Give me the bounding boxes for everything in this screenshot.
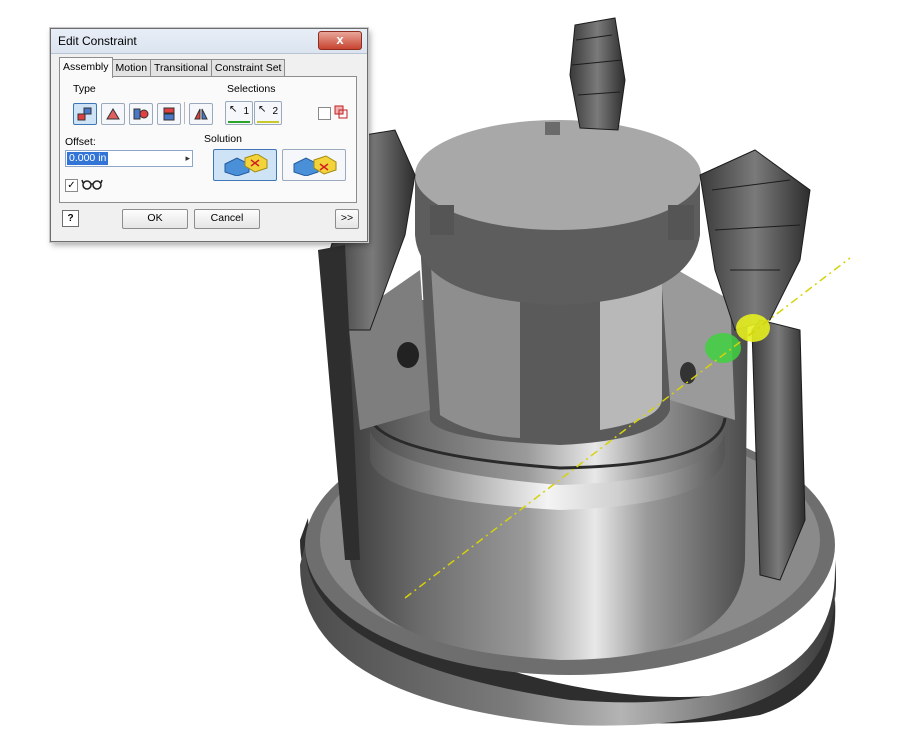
tab-assembly[interactable]: Assembly [59,57,113,78]
selection-2-color-bar [257,121,279,123]
offset-dropdown-arrow-icon[interactable]: ▸ [185,151,190,166]
mate-button[interactable] [73,103,97,125]
solution-mate-button[interactable] [213,149,277,181]
close-icon: x [336,32,344,47]
prong-top[interactable] [569,17,626,131]
cancel-button[interactable]: Cancel [194,209,260,229]
close-button[interactable]: x [318,31,362,50]
type-label: Type [73,83,96,95]
tangent-button[interactable] [129,103,153,125]
tab-transitional[interactable]: Transitional [150,59,212,77]
selections-label: Selections [227,83,276,95]
edit-constraint-dialog: Edit Constraint x Assembly Motion Transi… [50,28,368,242]
cursor-2-icon: ↖ [258,104,267,115]
pick-part-first-checkbox[interactable] [318,107,331,120]
type-separator [184,102,185,124]
solution-flush-button[interactable] [282,149,346,181]
help-icon: ? [67,213,74,224]
selection-1-number: 1 [243,106,249,117]
tab-motion[interactable]: Motion [111,59,152,77]
tangent-icon [133,108,149,120]
offset-value: 0.000 in [67,152,109,165]
offset-label: Offset: [65,136,96,148]
top-disk[interactable] [415,120,701,305]
solution-flush-icon [293,155,337,176]
offset-input[interactable]: 0.000 in ▸ [65,150,193,167]
cursor-1-icon: ↖ [229,104,238,115]
selection-2-number: 2 [272,106,278,117]
insert-button[interactable] [157,103,181,125]
glasses-icon [81,179,103,190]
symmetry-button[interactable] [189,103,213,125]
ok-button[interactable]: OK [122,209,188,229]
selection-1-color-bar [228,121,250,123]
symmetry-icon [194,108,208,120]
selection-1-button[interactable]: ↖ 1 [225,101,253,125]
angle-icon [106,108,120,120]
dialog-title: Edit Constraint [58,34,137,48]
mate-icon [77,107,92,121]
pick-part-first-icon [334,105,348,119]
tab-constraint-set[interactable]: Constraint Set [210,59,286,77]
solution-label: Solution [204,133,242,145]
angle-button[interactable] [101,103,125,125]
selection-2-button[interactable]: ↖ 2 [254,101,282,125]
more-button[interactable]: >> [335,209,359,229]
insert-icon [163,107,175,121]
solution-mate-icon [224,154,268,176]
dialog-titlebar[interactable]: Edit Constraint x [51,29,367,54]
show-preview-checkbox[interactable]: ✓ [65,179,78,192]
tab-strip: Assembly Motion Transitional Constraint … [59,57,286,78]
help-button[interactable]: ? [62,210,79,227]
